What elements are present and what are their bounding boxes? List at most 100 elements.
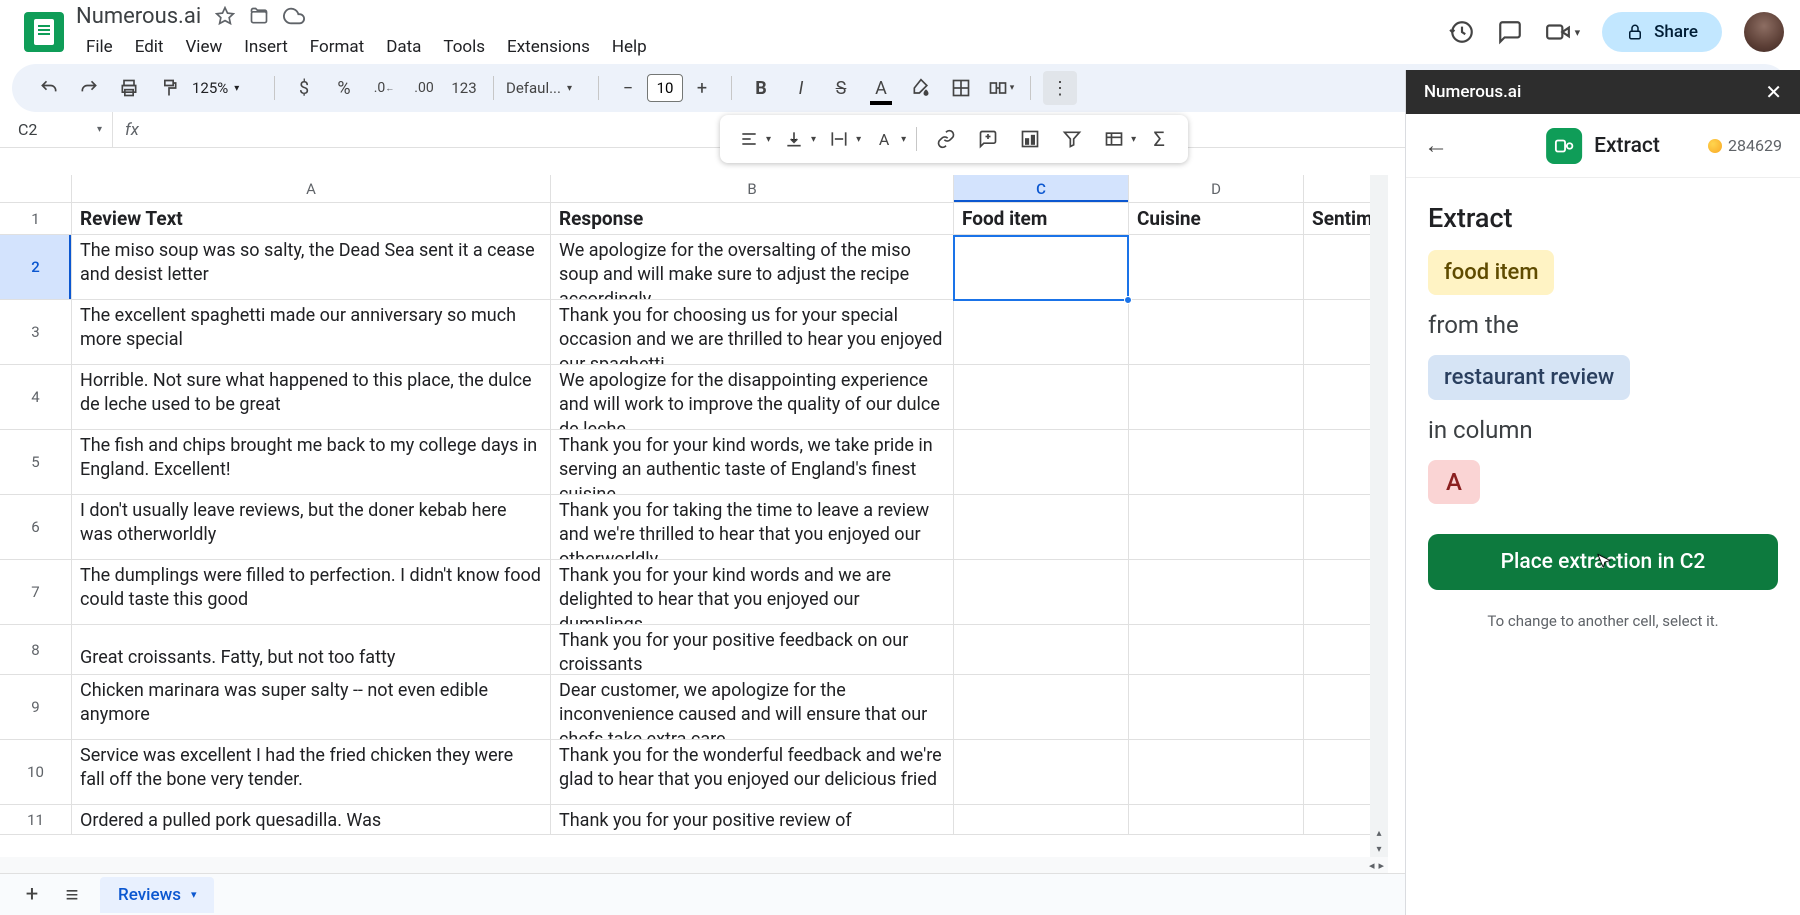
- cell[interactable]: [954, 495, 1129, 559]
- decrease-decimal-button[interactable]: .0←: [367, 71, 401, 105]
- cell[interactable]: [1129, 235, 1304, 299]
- undo-button[interactable]: [32, 71, 66, 105]
- star-icon[interactable]: [215, 6, 235, 26]
- row-header[interactable]: 3: [0, 300, 72, 364]
- link-button[interactable]: [927, 121, 965, 157]
- cell[interactable]: Review Text: [72, 203, 551, 234]
- print-button[interactable]: [112, 71, 146, 105]
- cell[interactable]: [1129, 365, 1304, 429]
- cell[interactable]: [1129, 300, 1304, 364]
- cell[interactable]: Thank you for your positive feedback on …: [551, 625, 954, 674]
- currency-button[interactable]: $: [287, 71, 321, 105]
- cell[interactable]: [954, 235, 1129, 299]
- col-header-C[interactable]: C: [954, 175, 1129, 202]
- bold-button[interactable]: B: [744, 71, 778, 105]
- cell[interactable]: The dumplings were filled to perfection.…: [72, 560, 551, 624]
- scroll-right-icon[interactable]: ▸: [1378, 859, 1384, 872]
- filter-button[interactable]: [1053, 121, 1091, 157]
- redo-button[interactable]: [72, 71, 106, 105]
- add-sheet-button[interactable]: +: [12, 879, 52, 911]
- vertical-scrollbar[interactable]: ▴ ▾: [1370, 175, 1388, 857]
- font-size-input[interactable]: [647, 74, 683, 102]
- valign-button[interactable]: [775, 121, 813, 157]
- menu-tools[interactable]: Tools: [433, 33, 495, 61]
- row-header[interactable]: 8: [0, 625, 72, 674]
- cell[interactable]: [1129, 560, 1304, 624]
- cell[interactable]: [954, 430, 1129, 494]
- cell[interactable]: [954, 365, 1129, 429]
- row-header[interactable]: 9: [0, 675, 72, 739]
- cell[interactable]: [1129, 805, 1304, 834]
- scroll-down-icon[interactable]: ▾: [1370, 841, 1388, 857]
- cell[interactable]: [1129, 675, 1304, 739]
- merge-button[interactable]: ▾: [984, 71, 1018, 105]
- menu-edit[interactable]: Edit: [125, 33, 174, 61]
- menu-extensions[interactable]: Extensions: [497, 33, 600, 61]
- doc-title[interactable]: Numerous.ai: [76, 4, 201, 29]
- extract-source-chip[interactable]: restaurant review: [1428, 355, 1630, 400]
- halign-button[interactable]: [730, 121, 768, 157]
- paint-format-button[interactable]: [152, 71, 186, 105]
- menu-insert[interactable]: Insert: [234, 33, 298, 61]
- table-button[interactable]: [1095, 121, 1133, 157]
- row-header[interactable]: 2: [0, 235, 72, 299]
- menu-format[interactable]: Format: [300, 33, 374, 61]
- col-header-D[interactable]: D: [1129, 175, 1304, 202]
- cell[interactable]: [1129, 625, 1304, 674]
- cell[interactable]: I don't usually leave reviews, but the d…: [72, 495, 551, 559]
- fill-color-button[interactable]: [904, 71, 938, 105]
- cell[interactable]: [1129, 495, 1304, 559]
- cell[interactable]: [1129, 430, 1304, 494]
- cell[interactable]: Ordered a pulled pork quesadilla. Was: [72, 805, 551, 834]
- menu-help[interactable]: Help: [602, 33, 657, 61]
- cell[interactable]: [954, 560, 1129, 624]
- cell[interactable]: Chicken marinara was super salty -- not …: [72, 675, 551, 739]
- more-formats-button[interactable]: 123: [447, 71, 481, 105]
- comment-button[interactable]: [969, 121, 1007, 157]
- account-avatar[interactable]: [1744, 12, 1784, 52]
- borders-button[interactable]: [944, 71, 978, 105]
- italic-button[interactable]: I: [784, 71, 818, 105]
- cell[interactable]: Food item: [954, 203, 1129, 234]
- all-sheets-button[interactable]: ≡: [52, 879, 92, 911]
- text-color-button[interactable]: A: [864, 71, 898, 105]
- sheets-logo[interactable]: [24, 12, 64, 52]
- decrease-font-button[interactable]: −: [611, 71, 645, 105]
- extract-target-chip[interactable]: food item: [1428, 250, 1554, 295]
- row-header[interactable]: 11: [0, 805, 72, 834]
- cell[interactable]: Thank you for your kind words, we take p…: [551, 430, 954, 494]
- close-icon[interactable]: ✕: [1765, 80, 1782, 104]
- menu-view[interactable]: View: [175, 33, 232, 61]
- font-select[interactable]: Defaul...▾: [506, 79, 586, 97]
- row-header[interactable]: 10: [0, 740, 72, 804]
- cell[interactable]: The excellent spaghetti made our anniver…: [72, 300, 551, 364]
- cell[interactable]: [954, 625, 1129, 674]
- extract-column-chip[interactable]: A: [1428, 460, 1480, 504]
- cell[interactable]: We apologize for the disappointing exper…: [551, 365, 954, 429]
- row-header[interactable]: 7: [0, 560, 72, 624]
- toolbar-more-button[interactable]: ⋮: [1043, 71, 1077, 105]
- cloud-saved-icon[interactable]: [283, 5, 305, 27]
- increase-font-button[interactable]: +: [685, 71, 719, 105]
- cell[interactable]: The miso soup was so salty, the Dead Sea…: [72, 235, 551, 299]
- select-all-corner[interactable]: [0, 175, 72, 202]
- zoom-select[interactable]: 125%▾: [192, 79, 262, 97]
- place-extraction-button[interactable]: Place extraction in C2: [1428, 534, 1778, 590]
- col-header-B[interactable]: B: [551, 175, 954, 202]
- cell[interactable]: Thank you for choosing us for your speci…: [551, 300, 954, 364]
- name-box[interactable]: C2▾: [8, 112, 113, 147]
- comments-icon[interactable]: [1497, 19, 1523, 45]
- cell[interactable]: Service was excellent I had the fried ch…: [72, 740, 551, 804]
- cell[interactable]: Cuisine: [1129, 203, 1304, 234]
- credits-display[interactable]: 284629: [1708, 136, 1782, 155]
- chevron-down-icon[interactable]: ▾: [191, 888, 197, 901]
- selection-handle[interactable]: [1124, 296, 1132, 304]
- cell[interactable]: [954, 675, 1129, 739]
- cell[interactable]: Thank you for taking the time to leave a…: [551, 495, 954, 559]
- strike-button[interactable]: S: [824, 71, 858, 105]
- scroll-up-icon[interactable]: ▴: [1370, 825, 1388, 841]
- move-icon[interactable]: [249, 6, 269, 26]
- cell[interactable]: Thank you for your kind words and we are…: [551, 560, 954, 624]
- cell[interactable]: Thank you for your positive review of: [551, 805, 954, 834]
- row-header[interactable]: 6: [0, 495, 72, 559]
